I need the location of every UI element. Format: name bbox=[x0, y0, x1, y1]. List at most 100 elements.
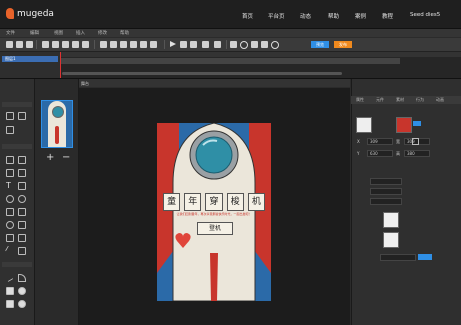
board-button[interactable]: 登机 bbox=[197, 222, 233, 235]
title-char: 童 bbox=[163, 193, 181, 211]
thumb-fin bbox=[55, 126, 59, 144]
help-icon[interactable] bbox=[271, 41, 279, 49]
redo-icon[interactable] bbox=[52, 41, 59, 48]
arrow-icon[interactable] bbox=[150, 41, 157, 48]
menu-edit[interactable]: 编辑 bbox=[30, 30, 39, 36]
slider-tool-icon[interactable] bbox=[18, 208, 26, 216]
image-tool-icon[interactable] bbox=[18, 156, 26, 164]
nav-item-tutorials[interactable]: 教程 bbox=[382, 12, 393, 20]
color-swatch-stroke[interactable] bbox=[383, 232, 399, 248]
layer-row[interactable]: 图层1 bbox=[2, 56, 58, 62]
video-tool-icon[interactable] bbox=[18, 169, 26, 177]
open-file-icon[interactable] bbox=[16, 41, 23, 48]
tab-symbols[interactable]: 元件 bbox=[376, 97, 384, 103]
scene-thumbnail[interactable] bbox=[41, 100, 73, 148]
chart-tool-icon[interactable] bbox=[18, 247, 26, 255]
timeline-track[interactable] bbox=[60, 58, 400, 64]
menu-bar bbox=[0, 29, 461, 37]
new-file-icon[interactable] bbox=[6, 41, 13, 48]
stage-toolbar bbox=[79, 79, 350, 87]
color-swatch-fill[interactable] bbox=[383, 212, 399, 228]
tab-assets[interactable]: 素材 bbox=[396, 97, 404, 103]
layer-up-icon[interactable] bbox=[130, 41, 137, 48]
form-tool-icon[interactable] bbox=[6, 234, 14, 242]
fill-circle-icon[interactable] bbox=[18, 287, 26, 295]
tools-section-header bbox=[2, 102, 32, 107]
grid-tool-icon[interactable] bbox=[6, 156, 14, 164]
paste-icon[interactable] bbox=[82, 41, 89, 48]
settings-icon[interactable] bbox=[261, 41, 268, 48]
opacity-field[interactable] bbox=[370, 178, 402, 185]
script-icon[interactable] bbox=[251, 41, 258, 48]
heart-tool-icon[interactable] bbox=[18, 234, 26, 242]
menu-file[interactable]: 文件 bbox=[6, 30, 15, 36]
publish-button[interactable]: 发布 bbox=[334, 41, 352, 48]
h-input[interactable]: 380 bbox=[404, 150, 430, 157]
layer-down-icon[interactable] bbox=[140, 41, 147, 48]
toolbar-divider bbox=[226, 40, 227, 49]
frame-icon[interactable] bbox=[202, 41, 209, 48]
oval-tool-icon[interactable] bbox=[6, 221, 14, 229]
audio-tool-icon[interactable] bbox=[6, 169, 14, 177]
tab-animation[interactable]: 动画 bbox=[436, 97, 444, 103]
apply-button[interactable] bbox=[418, 254, 432, 260]
frame-tool-icon[interactable] bbox=[6, 208, 14, 216]
lock-ratio-icon[interactable] bbox=[412, 138, 419, 145]
layer-name: 图层1 bbox=[5, 56, 16, 61]
checkbox-tool-icon[interactable] bbox=[18, 182, 26, 190]
onion-skin-icon[interactable] bbox=[230, 41, 237, 48]
cut-icon[interactable] bbox=[62, 41, 69, 48]
title-char: 机 bbox=[247, 193, 266, 211]
fill-square-icon[interactable] bbox=[6, 300, 14, 308]
play-icon[interactable] bbox=[170, 41, 176, 47]
preview-button[interactable]: 预览 bbox=[311, 41, 329, 48]
app-logo[interactable]: mugeda bbox=[6, 8, 54, 19]
canvas[interactable]: 童 年 穿 梭 机 让我们回到童年，再次享受那些快乐时光，一起出发吧！ 登机 bbox=[157, 123, 271, 301]
nav-item-platform[interactable]: 平台页 bbox=[268, 12, 285, 20]
undo-icon[interactable] bbox=[42, 41, 49, 48]
remove-scene-button[interactable]: − bbox=[62, 152, 70, 163]
playhead[interactable] bbox=[60, 52, 61, 78]
fill-rect-icon[interactable] bbox=[6, 287, 14, 295]
fill-preview[interactable] bbox=[396, 117, 412, 133]
menu-modify[interactable]: 修改 bbox=[98, 30, 107, 36]
stage-tab[interactable]: 舞台 bbox=[81, 81, 89, 87]
y-input[interactable]: 630 bbox=[367, 150, 393, 157]
blend-select[interactable] bbox=[380, 254, 416, 261]
nav-item-home[interactable]: 首页 bbox=[242, 12, 253, 20]
stroke-field[interactable] bbox=[370, 198, 402, 205]
tab-behaviors[interactable]: 行为 bbox=[416, 97, 424, 103]
button-tool-icon[interactable] bbox=[18, 195, 26, 203]
text-tool-icon[interactable]: T bbox=[6, 182, 12, 190]
nav-item-news[interactable]: 动态 bbox=[300, 12, 311, 20]
lock-icon[interactable] bbox=[120, 41, 127, 48]
copy-icon[interactable] bbox=[72, 41, 79, 48]
rect-tool-icon[interactable] bbox=[18, 221, 26, 229]
node-tool-icon[interactable] bbox=[6, 126, 14, 134]
nav-item-help[interactable]: 帮助 bbox=[328, 12, 339, 20]
select-tool-icon[interactable] bbox=[6, 112, 14, 120]
add-scene-button[interactable]: + bbox=[46, 152, 54, 163]
edit-badge[interactable] bbox=[413, 121, 421, 126]
transform-tool-icon[interactable] bbox=[18, 112, 26, 120]
group-icon[interactable] bbox=[110, 41, 117, 48]
menu-view[interactable]: 视图 bbox=[54, 30, 63, 36]
menu-help[interactable]: 帮助 bbox=[120, 30, 129, 36]
timeline-scrollbar[interactable] bbox=[62, 72, 342, 75]
rotation-field[interactable] bbox=[370, 188, 402, 195]
fill-dot-icon[interactable] bbox=[18, 300, 26, 308]
x-input[interactable]: 309 bbox=[367, 138, 393, 145]
step-forward-icon[interactable] bbox=[180, 41, 187, 48]
clock-icon[interactable] bbox=[240, 41, 248, 49]
nav-item-cases[interactable]: 案例 bbox=[355, 12, 366, 20]
step-back-icon[interactable] bbox=[190, 41, 197, 48]
timeline-ruler[interactable] bbox=[60, 52, 461, 57]
keyframe-icon[interactable] bbox=[214, 41, 221, 48]
align-icon[interactable] bbox=[100, 41, 107, 48]
user-menu[interactable]: Seed dies5 bbox=[410, 12, 440, 18]
tab-properties[interactable]: 属性 bbox=[356, 97, 364, 103]
menu-insert[interactable]: 插入 bbox=[76, 30, 85, 36]
title-char: 穿 bbox=[205, 193, 223, 211]
save-icon[interactable] bbox=[26, 41, 33, 48]
circle-tool-icon[interactable] bbox=[6, 195, 14, 203]
